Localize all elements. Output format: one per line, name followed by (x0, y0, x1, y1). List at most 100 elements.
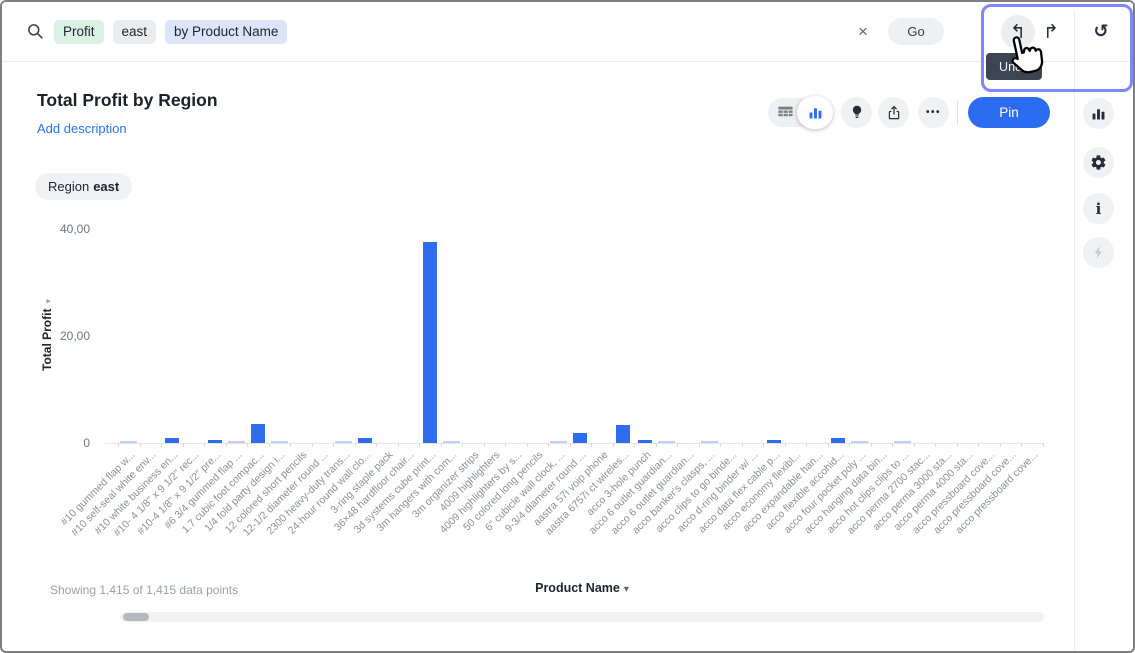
view-toggle (768, 98, 832, 127)
more-options-button[interactable]: ••• (918, 97, 949, 128)
undo-tooltip: Undo (986, 53, 1042, 80)
region-filter-pill[interactable]: Region east (35, 173, 132, 200)
bar[interactable] (701, 441, 718, 443)
x-tick-mark (957, 443, 958, 447)
search-top-bar: Profit east by Product Name × Go (2, 2, 1133, 61)
bar[interactable] (573, 433, 587, 443)
go-button[interactable]: Go (888, 18, 944, 45)
x-tick-mark (140, 443, 141, 447)
lightning-icon (1091, 245, 1106, 260)
x-tick-mark (935, 443, 936, 447)
x-tick-mark (763, 443, 764, 447)
x-tick-mark (462, 443, 463, 447)
table-icon (777, 105, 794, 120)
x-tick-mark (527, 443, 528, 447)
search-token-groupby[interactable]: by Product Name (165, 20, 287, 44)
table-view-button[interactable] (772, 102, 798, 123)
x-tick-mark (634, 443, 635, 447)
bar[interactable] (335, 441, 352, 443)
x-tick-mark (1021, 443, 1022, 447)
add-description-link[interactable]: Add description (37, 121, 127, 136)
chart-scrollbar[interactable] (120, 612, 1044, 622)
bar[interactable] (443, 441, 460, 443)
bar[interactable] (550, 441, 567, 443)
chart-view-button[interactable] (797, 96, 833, 129)
topbar-divider (2, 61, 1133, 62)
bar[interactable] (658, 441, 675, 443)
info-icon: i (1096, 200, 1102, 218)
x-tick-mark (828, 443, 829, 447)
sidebar-settings-button[interactable] (1083, 147, 1114, 178)
x-tick-mark (699, 443, 700, 447)
toolbar-divider (957, 100, 958, 125)
x-tick-mark (742, 443, 743, 447)
x-axis-line (105, 443, 1043, 444)
app-window: Profit east by Product Name × Go ↰ ↱ ↺ U… (0, 0, 1135, 653)
x-tick-mark (183, 443, 184, 447)
data-points-status: Showing 1,415 of 1,415 data points (50, 583, 238, 597)
x-tick-mark (355, 443, 356, 447)
chevron-down-icon: ▾ (43, 299, 53, 304)
clear-search-icon[interactable]: × (858, 2, 868, 61)
bar[interactable] (638, 440, 652, 443)
x-tick-mark (505, 443, 506, 447)
bar[interactable] (251, 424, 265, 443)
x-tick-mark (226, 443, 227, 447)
x-tick-mark (333, 443, 334, 447)
x-tick-mark (849, 443, 850, 447)
bar[interactable] (271, 441, 288, 443)
x-axis-picker[interactable]: Product Name▾ (502, 581, 662, 595)
bar[interactable] (894, 441, 911, 443)
lightbulb-icon (849, 104, 865, 121)
x-tick-mark (118, 443, 119, 447)
bar[interactable] (358, 438, 372, 443)
gear-icon (1090, 154, 1107, 171)
bar[interactable] (120, 441, 137, 443)
sidebar-insights-button[interactable] (1083, 237, 1114, 268)
bar[interactable] (767, 440, 781, 443)
x-tick-mark (290, 443, 291, 447)
bar[interactable] (208, 440, 222, 443)
x-tick-mark (591, 443, 592, 447)
x-tick-mark (656, 443, 657, 447)
x-tick-mark (269, 443, 270, 447)
chevron-down-icon: ▾ (624, 584, 629, 595)
ellipsis-icon: ••• (926, 107, 941, 118)
bar[interactable] (165, 438, 179, 443)
y-tick-label: 40,00 (30, 222, 90, 236)
x-tick-mark (570, 443, 571, 447)
bar[interactable] (831, 438, 845, 443)
bar-chart-icon (807, 104, 824, 121)
search-input[interactable]: Profit east by Product Name (26, 2, 287, 61)
bar[interactable] (228, 441, 245, 443)
pin-button[interactable]: Pin (968, 97, 1050, 128)
redo-button[interactable]: ↱ (1039, 20, 1063, 44)
sidebar-chart-type-button[interactable] (1083, 98, 1114, 129)
bar[interactable] (616, 425, 630, 443)
x-tick-mark (1043, 443, 1044, 447)
x-tick-mark (806, 443, 807, 447)
insights-button[interactable] (841, 97, 872, 128)
x-tick-mark (419, 443, 420, 447)
x-tick-mark (1000, 443, 1001, 447)
x-tick-mark (204, 443, 205, 447)
x-tick-mark (613, 443, 614, 447)
chart-scrollbar-thumb[interactable] (123, 613, 149, 621)
x-tick-mark (785, 443, 786, 447)
x-tick-mark (914, 443, 915, 447)
x-tick-mark (892, 443, 893, 447)
reset-button[interactable]: ↺ (1089, 20, 1113, 44)
y-tick-label: 20,00 (30, 329, 90, 343)
bar-chart-icon (1090, 105, 1107, 122)
sidebar-info-button[interactable]: i (1083, 193, 1114, 224)
search-token-filter[interactable]: east (113, 20, 157, 44)
undo-button[interactable]: ↰ (1006, 20, 1030, 44)
share-button[interactable] (878, 97, 909, 128)
bar[interactable] (851, 441, 868, 443)
search-token-measure[interactable]: Profit (54, 20, 104, 44)
x-tick-mark (312, 443, 313, 447)
filter-label: Region (48, 179, 89, 194)
bar[interactable] (423, 242, 437, 443)
x-tick-mark (161, 443, 162, 447)
sidebar-divider (1074, 10, 1075, 651)
